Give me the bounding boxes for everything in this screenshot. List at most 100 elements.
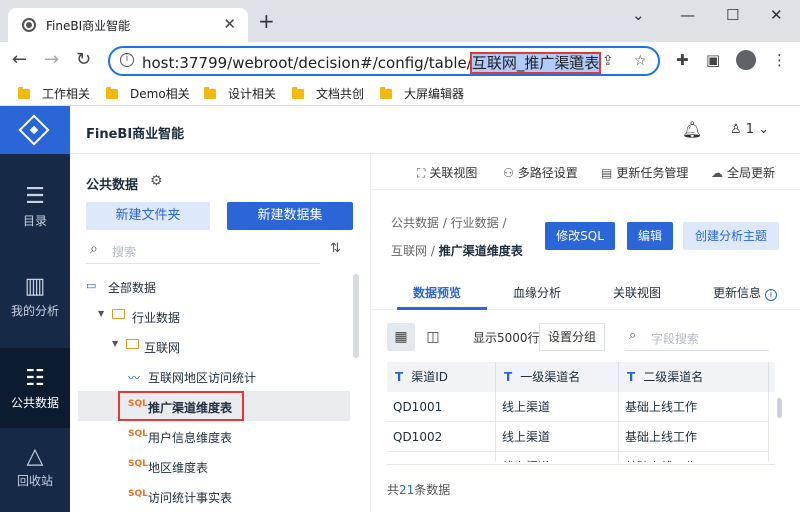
tab-relation-view[interactable]: 关联视图 [613, 284, 661, 301]
bookmark-item[interactable]: Demo相关 [106, 85, 190, 102]
nav-recycle-bin[interactable]: △ 回收站 [0, 426, 70, 506]
edit-button[interactable]: 编辑 [627, 222, 673, 250]
bookmark-star-icon[interactable]: ☆ [634, 53, 647, 69]
new-tab-icon[interactable]: + [258, 11, 275, 31]
user-icon: ♙ [730, 122, 742, 137]
menu-icon[interactable]: ⋮ [772, 51, 787, 69]
tree-scrollbar[interactable] [353, 274, 359, 358]
column-header[interactable]: T 二级渠道名 [619, 362, 769, 392]
table-scrollbar[interactable] [777, 398, 782, 418]
new-dataset-button[interactable]: 新建数据集 [227, 202, 353, 230]
tree-item-all-data[interactable]: ▭ 全部数据 [78, 271, 350, 301]
maximize-icon[interactable]: ☐ [726, 6, 739, 24]
minimize-icon[interactable]: — [680, 6, 695, 24]
close-window-icon[interactable]: ✕ [770, 6, 783, 24]
tab-title: FineBI商业智能 [46, 19, 131, 33]
bookmark-item[interactable]: 工作相关 [18, 85, 90, 102]
table-cell: 线上渠道 [496, 452, 619, 462]
chevron-down-icon[interactable]: ⌄ [632, 6, 645, 24]
sql-icon: SQL [128, 489, 148, 499]
tree-item-selected[interactable]: SQL 推广渠道维度表 [78, 391, 350, 421]
info-icon: i [765, 289, 778, 301]
reload-icon[interactable]: ↻ [76, 49, 91, 70]
bell-icon[interactable]: 🔔︎ [682, 120, 702, 139]
browser-toolbar: ← → ↻ i host:37799/webroot/decision#/con… [0, 42, 800, 80]
tree-item-sql[interactable]: SQL 访问统计事实表 [78, 481, 350, 511]
task-icon: ▤ [601, 166, 613, 180]
logo[interactable] [0, 106, 70, 154]
browser-tab[interactable]: FineBI商业智能 ✕ [8, 8, 248, 42]
tree-item-sql[interactable]: SQL 地区维度表 [78, 451, 350, 481]
bookmark-item[interactable]: 设计相关 [204, 85, 276, 102]
folder-icon [126, 339, 139, 349]
selection-highlight [118, 391, 244, 421]
settings-icon[interactable]: ⚙ [150, 173, 163, 189]
nav-public-data[interactable]: ☷ 公共数据 [0, 348, 70, 428]
sql-icon: SQL [128, 429, 148, 439]
extensions-icon[interactable]: ✚ [676, 51, 689, 69]
field-search-input[interactable]: ⌕ 字段搜索 [625, 323, 769, 351]
column-header[interactable]: T 一级渠道名 [496, 362, 619, 392]
url-text: host:37799/webroot/decision#/config/tabl… [142, 52, 602, 74]
tree-item-analysis[interactable]: 〰 互联网地区访问统计 [78, 361, 350, 391]
global-update-button[interactable]: ☁ 全局更新 [711, 164, 775, 181]
table-cell: QD1003 [387, 452, 496, 462]
tab-data-preview[interactable]: 数据预览 [413, 284, 461, 301]
bookmark-item[interactable]: 大屏编辑器 [380, 85, 464, 102]
app-sidebar: ☰ 目录 ▥ 我的分析 ☷ 公共数据 △ 回收站 [0, 106, 70, 512]
search-icon: ⌕ [629, 328, 637, 343]
recycle-bin-icon: △ [26, 444, 44, 469]
tree-item-folder[interactable]: ▼ 互联网 [78, 331, 350, 361]
address-bar[interactable]: i host:37799/webroot/decision#/config/ta… [108, 46, 660, 76]
data-tree-pane: 公共数据 ⚙ 新建文件夹 新建数据集 ⌕ 搜索 ⇅ ▭ 全部数据 ▼ 行业数据 … [70, 154, 360, 512]
modify-sql-button[interactable]: 修改SQL [545, 222, 615, 250]
share-icon[interactable]: ⇪ [602, 53, 614, 69]
bookmark-item[interactable]: 文档共创 [292, 85, 364, 102]
back-icon[interactable]: ← [12, 49, 27, 70]
folder-icon [112, 309, 125, 319]
table-cell: QD1002 [387, 422, 496, 452]
set-group-button[interactable]: 设置分组 [539, 323, 605, 351]
forward-icon[interactable]: → [44, 49, 59, 70]
site-info-icon[interactable]: i [120, 53, 134, 67]
side-panel-icon[interactable]: ▣ [706, 51, 720, 69]
close-tab-icon[interactable]: ✕ [223, 15, 236, 33]
layout-view-icon[interactable]: ◫ [419, 323, 447, 351]
nav-my-analysis[interactable]: ▥ 我的分析 [0, 256, 70, 336]
breadcrumb[interactable]: 公共数据 / 行业数据 / [391, 214, 507, 231]
public-data-icon: ☷ [25, 366, 45, 391]
update-task-button[interactable]: ▤ 更新任务管理 [601, 164, 688, 181]
tree-item-folder[interactable]: ▼ 行业数据 [78, 301, 350, 331]
detail-tabs: 数据预览 血缘分析 关联视图 更新信息 i [371, 276, 800, 310]
profile-avatar[interactable] [736, 50, 756, 70]
tab-update-info[interactable]: 更新信息 i [713, 284, 778, 301]
folder-icon [106, 86, 118, 99]
table-cell: 基础上线工作 [619, 422, 769, 452]
dataset-toolbar: ⛶ 关联视图 ⚇ 多路径设置 ▤ 更新任务管理 ☁ 全局更新 [371, 154, 800, 190]
key-icon[interactable]: ⚿ [570, 53, 581, 69]
app-header: FineBI商业智能 🔔︎ ♙ 1 ⌄ [70, 106, 800, 154]
text-type-icon: T [504, 370, 513, 384]
tree-search-input[interactable]: ⌕ 搜索 [86, 238, 320, 264]
browser-tab-bar: FineBI商业智能 ✕ + ⌄ — ☐ ✕ [0, 0, 800, 42]
column-header[interactable]: T 渠道ID [387, 362, 496, 392]
tab-lineage[interactable]: 血缘分析 [513, 284, 561, 301]
create-topic-button[interactable]: 创建分析主题 [683, 222, 779, 250]
folder-icon [380, 86, 392, 99]
caret-down-icon: ▼ [112, 339, 119, 348]
grid-view-icon[interactable]: ▦ [387, 323, 415, 351]
relation-view-button[interactable]: ⛶ 关联视图 [417, 164, 477, 181]
caret-down-icon: ▼ [98, 309, 105, 318]
sort-time-icon[interactable]: ⇅ [330, 241, 341, 256]
nav-catalog[interactable]: ☰ 目录 [0, 166, 70, 246]
catalog-icon: ☰ [25, 184, 45, 209]
table-cell: 基础上线工作 [619, 392, 769, 422]
tree-item-sql[interactable]: SQL 用户信息维度表 [78, 421, 350, 451]
search-icon: ⌕ [90, 241, 98, 257]
bookmarks-bar: 工作相关 Demo相关 设计相关 文档共创 大屏编辑器 [0, 80, 800, 106]
table-cell: QD1001 [387, 392, 496, 422]
table-footer-divider [387, 464, 775, 465]
new-folder-button[interactable]: 新建文件夹 [86, 202, 210, 230]
user-menu[interactable]: ♙ 1 ⌄ [730, 122, 769, 137]
multi-path-button[interactable]: ⚇ 多路径设置 [503, 164, 578, 181]
